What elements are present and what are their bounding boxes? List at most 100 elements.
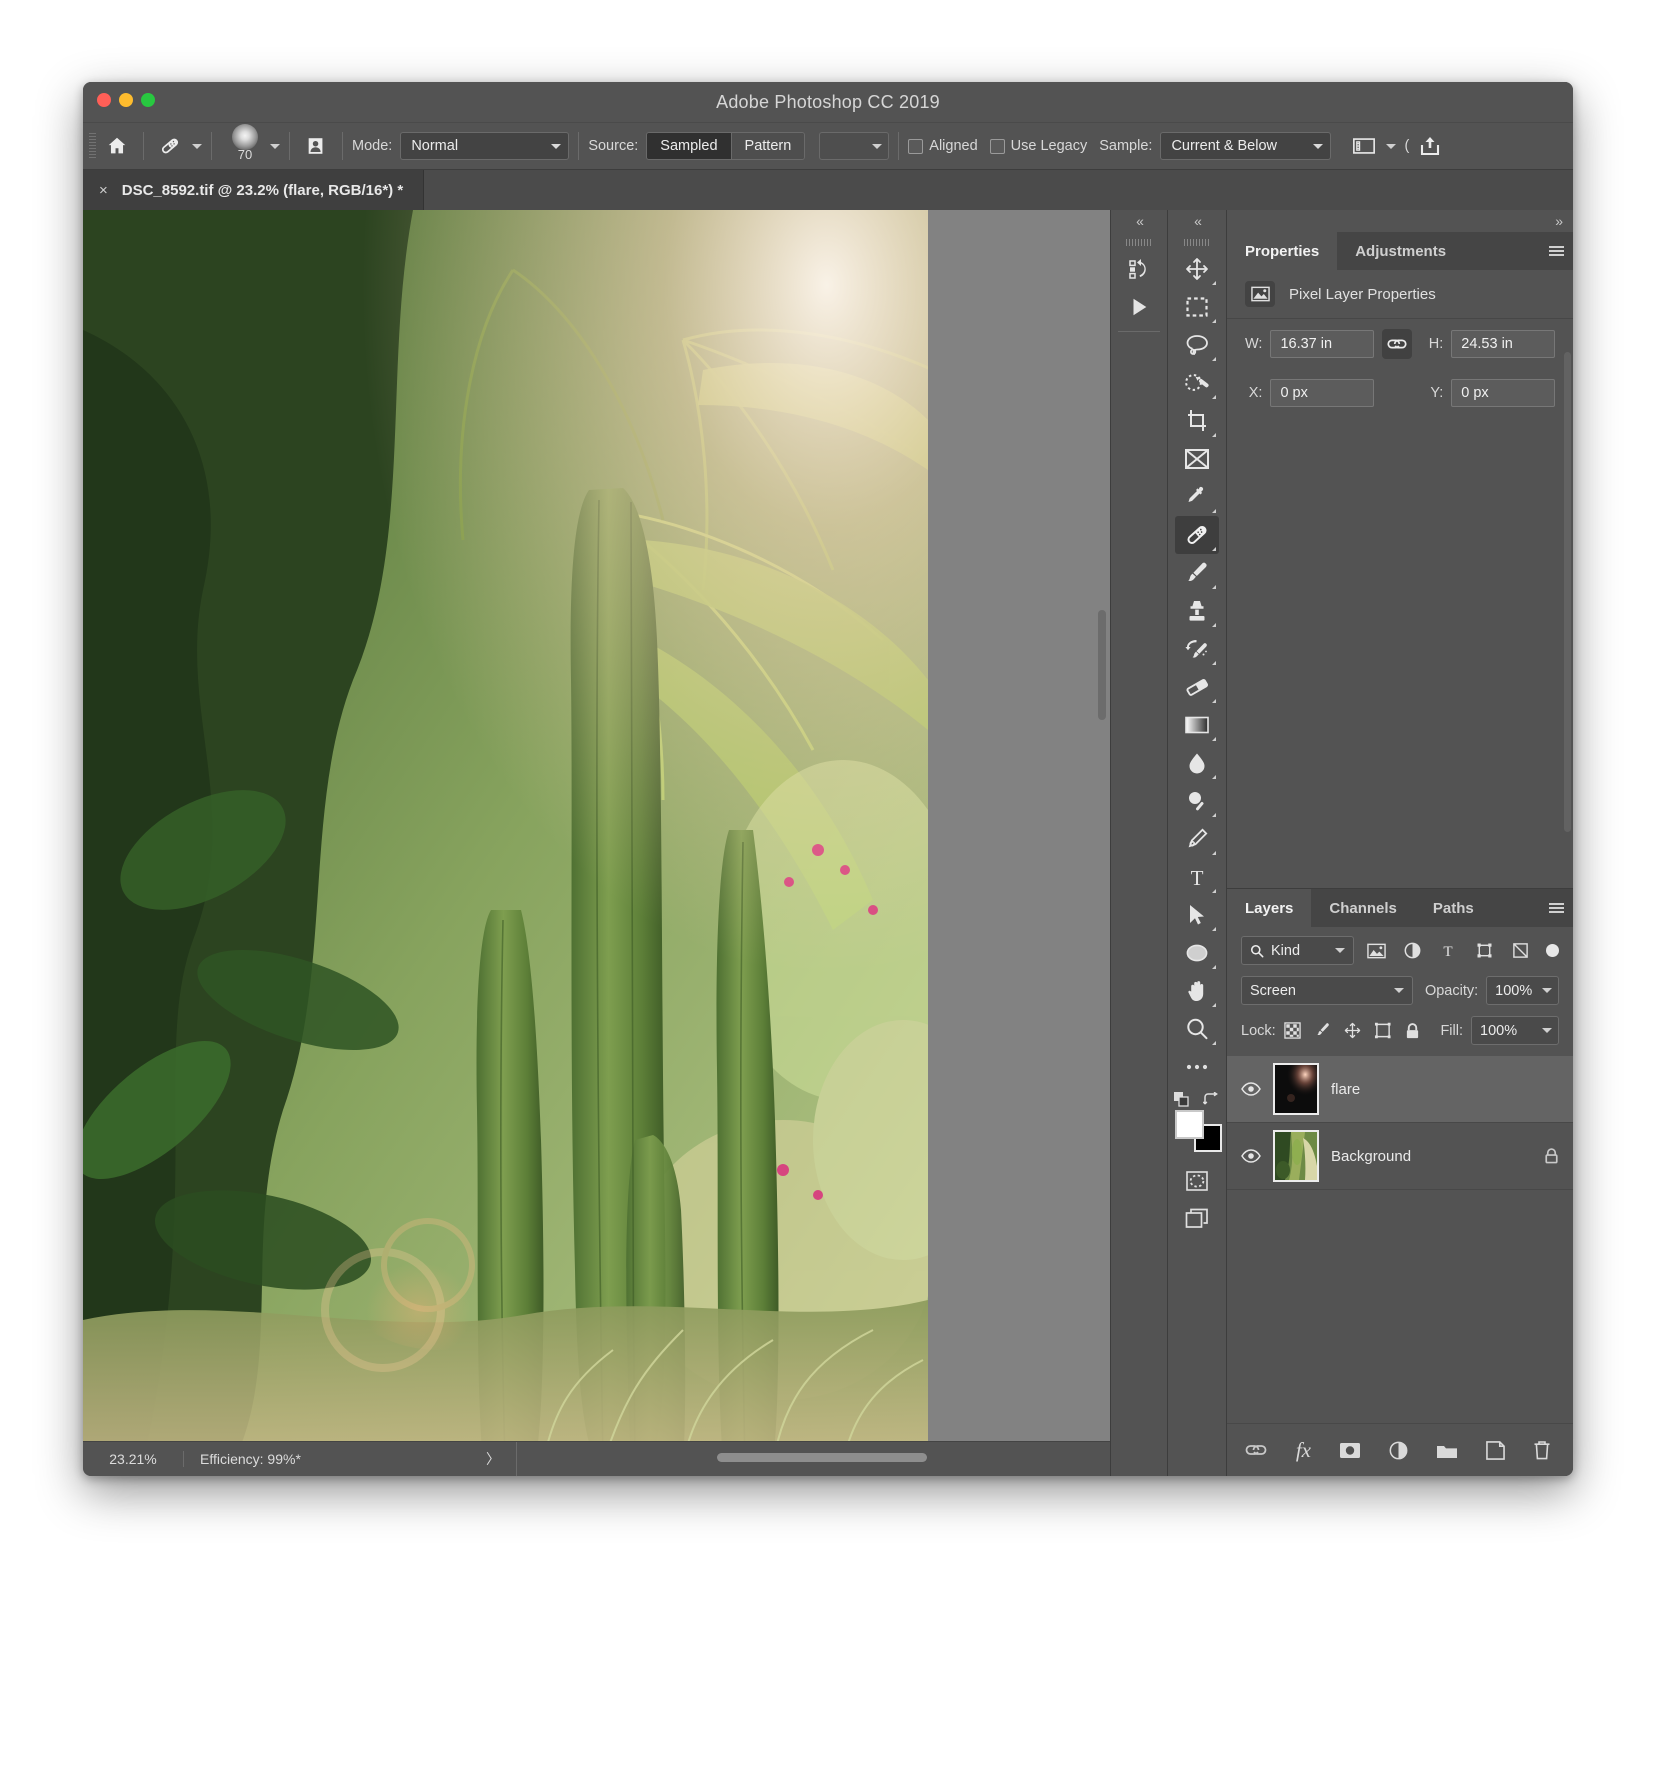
table-row[interactable]: Background	[1227, 1123, 1573, 1190]
tool-preset-chevron-down-icon[interactable]	[192, 143, 202, 149]
close-icon[interactable]: ×	[99, 182, 108, 199]
zoom-level[interactable]: 23.21%	[83, 1451, 184, 1467]
layers-panel-menu-icon[interactable]	[1539, 889, 1573, 927]
tablet-chevron-down-icon[interactable]	[1386, 143, 1397, 149]
minimize-button[interactable]	[119, 93, 133, 107]
lock-artboard-nesting-icon[interactable]	[1374, 1022, 1392, 1039]
height-input[interactable]: 24.53 in	[1451, 330, 1555, 358]
mode-select[interactable]: Normal	[400, 132, 570, 160]
sidebar-item-hand-tool[interactable]	[1175, 972, 1219, 1010]
efficiency-indicator[interactable]: Efficiency: 99%* 〉	[184, 1442, 517, 1476]
layer-thumbnail[interactable]	[1273, 1063, 1319, 1115]
sidebar-item-ellipse-tool[interactable]	[1175, 934, 1219, 972]
pattern-picker-select[interactable]	[819, 132, 890, 160]
adjustment-filter-icon[interactable]	[1398, 937, 1426, 964]
aligned-checkbox[interactable]: Aligned	[908, 138, 978, 154]
sidebar-item-history-brush-tool[interactable]	[1175, 630, 1219, 668]
layer-name[interactable]: flare	[1331, 1081, 1559, 1098]
sidebar-item-eyedropper-tool[interactable]	[1175, 478, 1219, 516]
close-button[interactable]	[97, 93, 111, 107]
source-pattern-button[interactable]: Pattern	[730, 133, 805, 159]
edit-toolbar-icon[interactable]	[1175, 1048, 1219, 1086]
lock-transparent-pixels-icon[interactable]	[1283, 1022, 1301, 1039]
source-sampled-button[interactable]: Sampled	[647, 133, 731, 159]
foreground-color-swatch[interactable]	[1175, 1110, 1204, 1139]
quick-mask-icon[interactable]	[1175, 1162, 1219, 1200]
sidebar-item-quick-selection-tool[interactable]	[1175, 364, 1219, 402]
lock-all-icon[interactable]	[1405, 1022, 1420, 1040]
width-input[interactable]: 16.37 in	[1270, 330, 1375, 358]
layer-name[interactable]: Background	[1331, 1148, 1532, 1165]
properties-scrollbar[interactable]	[1564, 352, 1571, 832]
opacity-input[interactable]: 100%	[1486, 976, 1559, 1005]
tab-layers[interactable]: Layers	[1227, 889, 1312, 927]
table-row[interactable]: flare	[1227, 1056, 1573, 1123]
color-swatches[interactable]	[1174, 1110, 1222, 1156]
y-input[interactable]: 0 px	[1451, 379, 1555, 407]
lock-image-pixels-icon[interactable]	[1314, 1022, 1331, 1039]
screen-mode-icon[interactable]	[1175, 1200, 1219, 1238]
sidebar-item-path-selection-tool[interactable]	[1175, 896, 1219, 934]
canvas-vertical-scrollbar[interactable]	[1098, 610, 1106, 720]
sidebar-item-lasso-tool[interactable]	[1175, 326, 1219, 364]
sidebar-item-gradient-tool[interactable]	[1175, 706, 1219, 744]
add-layer-mask-icon[interactable]	[1339, 1438, 1361, 1462]
options-bar-grip[interactable]	[89, 133, 96, 159]
layer-style-fx-icon[interactable]: fx	[1296, 1438, 1311, 1462]
properties-panel-menu-icon[interactable]	[1539, 232, 1573, 270]
sidebar-item-frame-tool[interactable]	[1175, 440, 1219, 478]
sidebar-item-clone-stamp-tool[interactable]	[1175, 592, 1219, 630]
link-dimensions-icon[interactable]	[1382, 329, 1412, 359]
tools-grip[interactable]	[1184, 239, 1210, 246]
canvas-area[interactable]	[83, 210, 1110, 1441]
default-colors-icon[interactable]	[1174, 1092, 1190, 1108]
brush-chevron-down-icon[interactable]	[270, 143, 280, 149]
tab-paths[interactable]: Paths	[1414, 889, 1492, 927]
sidebar-item-rectangular-marquee-tool[interactable]	[1175, 288, 1219, 326]
tab-channels[interactable]: Channels	[1311, 889, 1415, 927]
sidebar-item-eraser-tool[interactable]	[1175, 668, 1219, 706]
document-tab[interactable]: × DSC_8592.tif @ 23.2% (flare, RGB/16*) …	[83, 170, 425, 210]
swap-colors-icon[interactable]	[1203, 1092, 1220, 1108]
layer-thumbnail[interactable]	[1273, 1130, 1319, 1182]
x-input[interactable]: 0 px	[1270, 379, 1375, 407]
sidebar-item-zoom-tool[interactable]	[1175, 1010, 1219, 1048]
delete-layer-icon[interactable]	[1533, 1438, 1551, 1462]
layer-filter-kind-select[interactable]: Kind	[1241, 936, 1354, 965]
sidebar-item-crop-tool[interactable]	[1175, 402, 1219, 440]
tab-adjustments[interactable]: Adjustments	[1337, 232, 1465, 270]
home-icon[interactable]	[100, 131, 134, 161]
share-icon[interactable]	[1413, 131, 1447, 161]
smart-object-filter-icon[interactable]	[1506, 937, 1534, 964]
layer-visibility-icon[interactable]	[1241, 1082, 1261, 1096]
collapse-panel-icon[interactable]: «	[1136, 214, 1144, 228]
sidebar-item-brush-tool[interactable]	[1175, 554, 1219, 592]
sidebar-item-pen-tool[interactable]	[1175, 820, 1219, 858]
sidebar-item-dodge-tool[interactable]	[1175, 782, 1219, 820]
expand-panels-icon[interactable]: »	[1555, 214, 1563, 228]
shape-filter-icon[interactable]	[1470, 937, 1498, 964]
collapse-tools-icon[interactable]: «	[1194, 214, 1202, 228]
new-adjustment-layer-icon[interactable]	[1389, 1438, 1408, 1462]
maximize-button[interactable]	[141, 93, 155, 107]
new-group-icon[interactable]	[1436, 1438, 1458, 1462]
document-canvas[interactable]	[83, 210, 928, 1441]
new-layer-icon[interactable]	[1486, 1438, 1505, 1462]
sidebar-item-horizontal-type-tool[interactable]: T	[1175, 858, 1219, 896]
sample-select[interactable]: Current & Below	[1160, 132, 1332, 160]
chevron-right-icon[interactable]: 〉	[486, 1449, 500, 1469]
clone-source-icon[interactable]	[299, 131, 333, 161]
sidebar-item-healing-brush-tool[interactable]	[1175, 516, 1219, 554]
healing-brush-icon[interactable]	[153, 131, 187, 161]
brush-preset-picker[interactable]: 70	[225, 124, 265, 166]
lock-position-icon[interactable]	[1344, 1022, 1361, 1039]
blend-mode-select[interactable]: Screen	[1241, 976, 1413, 1005]
canvas-horizontal-scrollbar[interactable]	[717, 1453, 927, 1462]
rail-grip[interactable]	[1126, 239, 1152, 246]
link-layers-icon[interactable]	[1244, 1438, 1268, 1462]
filter-toggle[interactable]	[1546, 944, 1559, 957]
tablet-pressure-icon[interactable]	[1347, 131, 1381, 161]
sidebar-item-move-tool[interactable]	[1175, 250, 1219, 288]
tab-properties[interactable]: Properties	[1227, 232, 1338, 270]
use-legacy-checkbox[interactable]: Use Legacy	[989, 138, 1087, 154]
